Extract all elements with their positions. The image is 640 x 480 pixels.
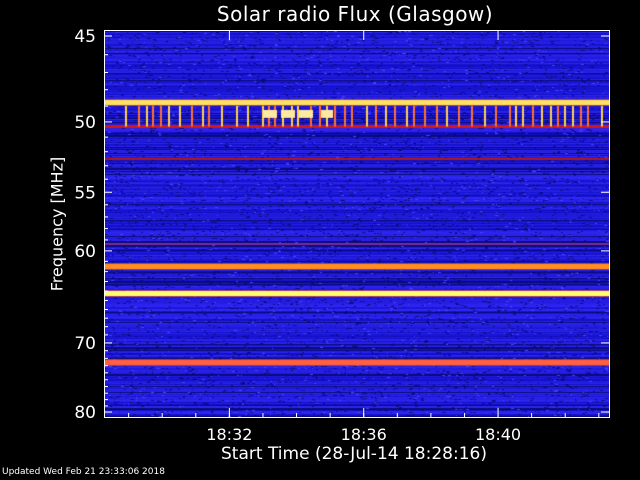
y-tick-label-45: 45: [74, 27, 96, 47]
x-axis-label: Start Time (28-Jul-14 18:28:16): [221, 444, 487, 464]
updated-timestamp: Updated Wed Feb 21 23:33:06 2018: [2, 467, 165, 477]
x-tick-label-18:32: 18:32: [206, 425, 252, 444]
y-tick-label-60: 60: [74, 242, 96, 262]
y-axis-label: Frequency [MHz]: [47, 156, 67, 292]
y-tick-label-70: 70: [74, 334, 96, 354]
y-tick-label-55: 55: [74, 183, 96, 203]
x-tick-label-18:40: 18:40: [475, 425, 521, 444]
x-tick-label-18:36: 18:36: [341, 425, 387, 444]
y-tick-label-80: 80: [74, 403, 96, 423]
y-tick-label-50: 50: [74, 113, 96, 133]
axes: 45 50 55 60 70 80 18:32 18:36 18:40: [74, 27, 609, 444]
